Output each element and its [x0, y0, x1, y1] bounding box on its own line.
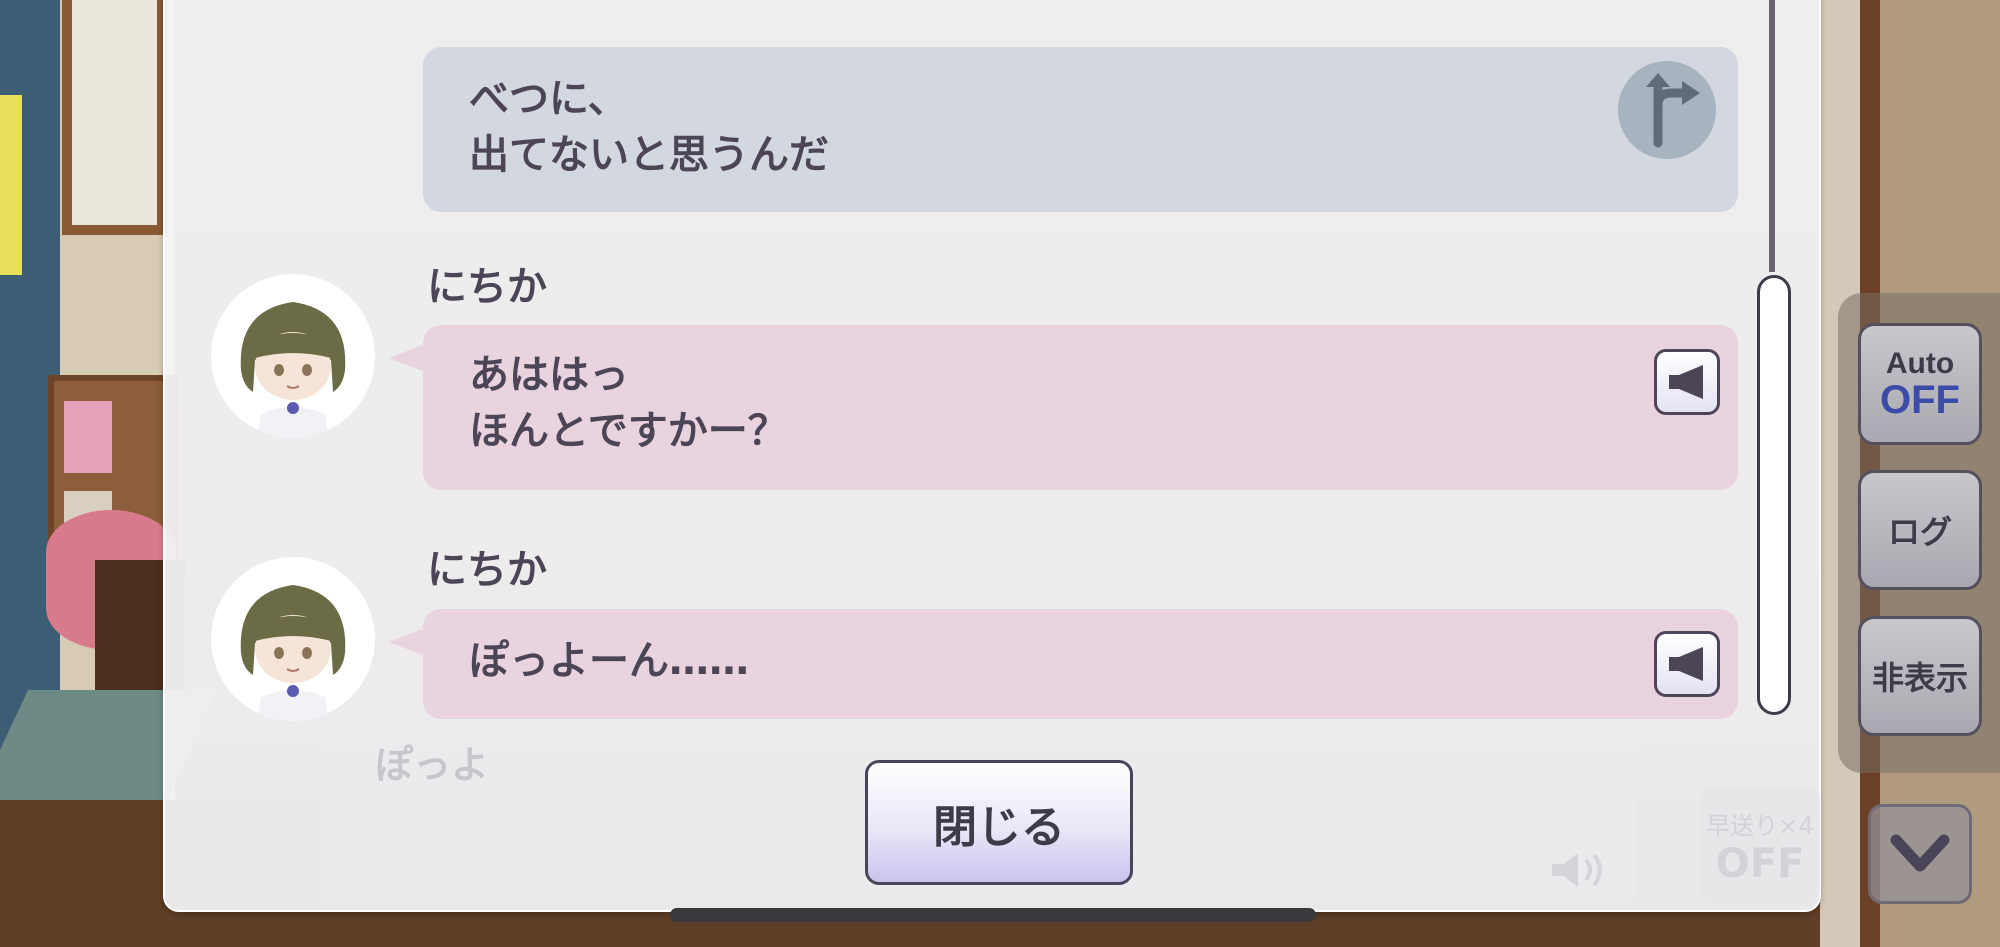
choice-text: べつに、 出てないと思うんだ — [469, 71, 829, 183]
speaker-icon — [1669, 647, 1703, 681]
hide-label: 非表示 — [1871, 659, 1968, 697]
speaker-icon — [1669, 365, 1703, 399]
underlying-fast-forward-button: 早送り×4 OFF — [1700, 786, 1820, 904]
bubble-tail — [389, 628, 425, 656]
speaker-name: にちか — [427, 264, 547, 310]
window — [62, 0, 167, 235]
dialogue-line: ぽっよーん…… — [469, 638, 749, 684]
dialogue-line: ほんとですかー？ — [469, 408, 788, 454]
avatar — [211, 557, 375, 721]
branch-icon — [1618, 61, 1716, 159]
speaker-name: にちか — [427, 547, 547, 593]
home-indicator — [670, 908, 1316, 922]
fast-forward-state: OFF — [1715, 841, 1805, 887]
auto-label: Auto — [1885, 347, 1955, 380]
underlying-speaker-icon — [1550, 850, 1612, 899]
chevron-down-icon — [1890, 834, 1950, 872]
underlying-dialogue-text: ぽっよ — [375, 743, 490, 787]
voice-replay-button[interactable] — [1654, 349, 1720, 415]
choice-line: べつに、 — [469, 76, 628, 122]
dialogue-text: あははっ ほんとですかー？ — [469, 347, 788, 459]
dialogue-bubble: あははっ ほんとですかー？ — [423, 325, 1738, 490]
dialogue-text: ぽっよーん…… — [469, 633, 749, 689]
voice-replay-button[interactable] — [1654, 631, 1720, 697]
backlog-panel: ぽっよ 早送り×4 OFF べつに、 出てないと思うんだ にちか あははっ ほん… — [163, 0, 1821, 912]
bubble-tail — [389, 344, 425, 372]
close-label: 閉じる — [933, 801, 1065, 853]
dialogue-line: あははっ — [469, 352, 629, 398]
auto-state: OFF — [1880, 378, 1960, 422]
scroll-down-button[interactable] — [1868, 804, 1972, 904]
choice-bubble: べつに、 出てないと思うんだ — [423, 47, 1738, 212]
log-button[interactable]: ログ — [1858, 470, 1982, 590]
log-label: ログ — [1887, 513, 1952, 551]
dialogue-bubble: ぽっよーん…… — [423, 609, 1738, 719]
hide-button[interactable]: 非表示 — [1858, 616, 1982, 736]
scrollbar-track — [1769, 0, 1775, 272]
scrollbar-thumb[interactable] — [1757, 275, 1791, 715]
fast-forward-label: 早送り×4 — [1706, 812, 1814, 840]
auto-button[interactable]: Auto OFF — [1858, 323, 1982, 445]
avatar — [211, 274, 375, 438]
close-button[interactable]: 閉じる — [865, 760, 1133, 885]
book — [64, 401, 112, 473]
poster — [0, 95, 22, 275]
choice-line: 出てないと思うんだ — [469, 132, 829, 178]
